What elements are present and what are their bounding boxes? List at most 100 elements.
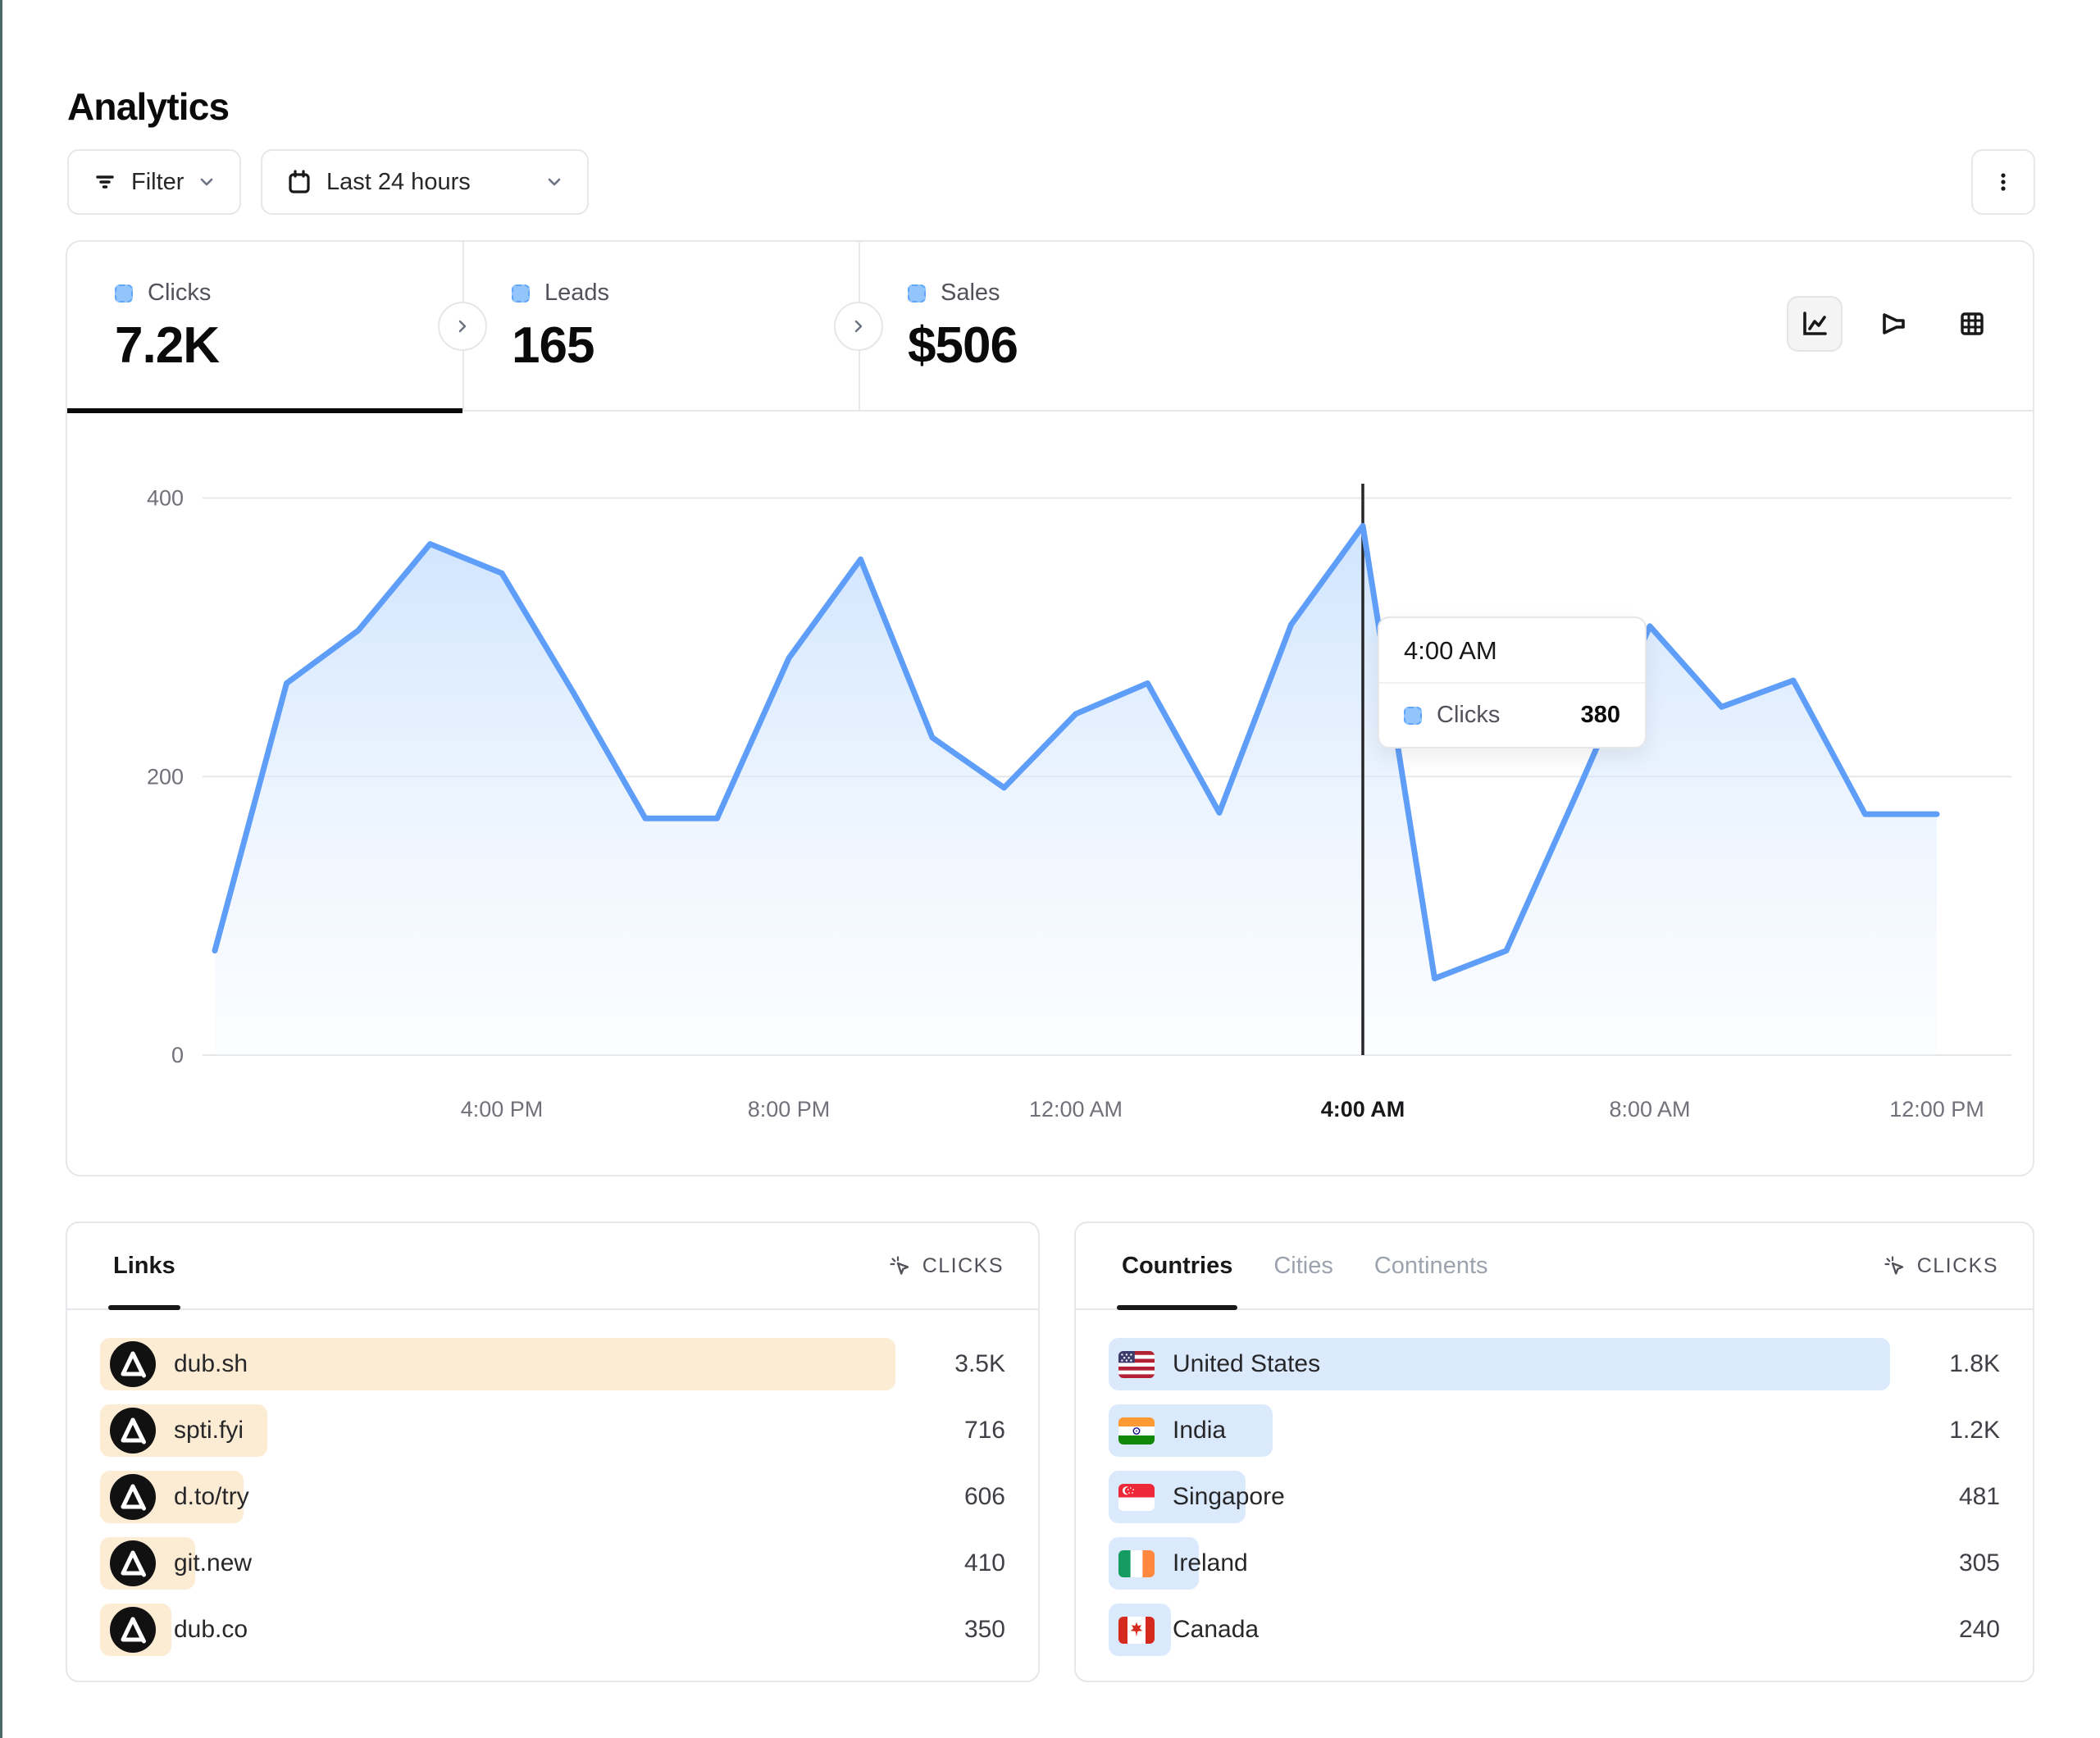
tab-continents[interactable]: Continents bbox=[1363, 1223, 1500, 1308]
link-row[interactable]: dub.co 350 bbox=[100, 1604, 1005, 1656]
svg-text:0: 0 bbox=[171, 1043, 184, 1067]
country-row[interactable]: India 1.2K bbox=[1109, 1404, 2000, 1457]
in-flag-icon bbox=[1118, 1417, 1155, 1445]
dub-logo-icon bbox=[110, 1540, 156, 1586]
row-value: 1.2K bbox=[1910, 1417, 2000, 1445]
links-list: dub.sh 3.5K spti.fyi716 d.to/try606 git.new 4… bbox=[67, 1310, 1038, 1656]
row-value: 240 bbox=[1910, 1616, 2000, 1644]
tab-clicks[interactable]: Clicks 7.2K bbox=[67, 242, 462, 412]
clicks-total: 7.2K bbox=[115, 316, 462, 375]
row-label: Ireland bbox=[1173, 1549, 1248, 1577]
row-label: India bbox=[1173, 1417, 1226, 1445]
geo-metric-selector[interactable]: CLICKS bbox=[1882, 1223, 1998, 1308]
stat-tabs-row: Clicks 7.2K Leads 165 Sales $506 bbox=[67, 242, 2033, 412]
country-row[interactable]: United States 1.8K bbox=[1109, 1338, 2000, 1390]
kebab-menu-icon bbox=[1991, 170, 2016, 194]
tab-clicks-label: Clicks bbox=[148, 280, 211, 307]
us-flag-icon bbox=[1118, 1351, 1155, 1378]
grid-table-view-button[interactable] bbox=[1944, 296, 2000, 352]
row-label: d.to/try bbox=[174, 1483, 249, 1511]
link-row[interactable]: spti.fyi716 bbox=[100, 1404, 1005, 1457]
row-value: 1.8K bbox=[1910, 1350, 2000, 1378]
dub-logo-icon bbox=[110, 1607, 156, 1653]
links-panel: Links CLICKS dub.sh 3.5K spti.fyi716 d.to/t… bbox=[66, 1222, 1040, 1682]
row-label: United States bbox=[1173, 1350, 1320, 1378]
tooltip-legend-swatch bbox=[1404, 707, 1422, 725]
chevron-down-icon bbox=[197, 172, 216, 192]
more-options-button[interactable] bbox=[1971, 149, 2035, 215]
row-value: 305 bbox=[1910, 1549, 2000, 1577]
funnel-view-button[interactable] bbox=[1865, 296, 1921, 352]
svg-text:200: 200 bbox=[147, 764, 184, 789]
svg-text:4:00 AM: 4:00 AM bbox=[1321, 1097, 1405, 1122]
filter-button[interactable]: Filter bbox=[67, 149, 241, 215]
dub-logo-icon bbox=[110, 1408, 156, 1454]
ca-flag-icon bbox=[1118, 1617, 1155, 1644]
row-label: git.new bbox=[174, 1549, 252, 1577]
tab-leads-label: Leads bbox=[544, 280, 609, 307]
svg-text:4:00 PM: 4:00 PM bbox=[461, 1097, 544, 1122]
row-label: dub.sh bbox=[174, 1350, 248, 1378]
tab-sales-label: Sales bbox=[941, 280, 1000, 307]
row-label: Singapore bbox=[1173, 1483, 1285, 1511]
tooltip-value: 380 bbox=[1581, 702, 1620, 729]
filter-button-label: Filter bbox=[131, 169, 184, 196]
funnel-icon bbox=[1876, 307, 1911, 341]
clicks-time-series-chart[interactable]: 0 200 400 4:00 PM 8:00 PM 12:00 AM 4:00 AM 8:00… bbox=[84, 461, 2019, 1153]
country-row[interactable]: Canada240 bbox=[1109, 1604, 2000, 1656]
grid-table-icon bbox=[1955, 307, 1989, 341]
tab-leads[interactable]: Leads 165 bbox=[462, 242, 859, 412]
link-row[interactable]: d.to/try606 bbox=[100, 1471, 1005, 1523]
chevron-right-icon bbox=[453, 317, 471, 335]
cursor-click-icon bbox=[887, 1253, 912, 1278]
row-label: dub.co bbox=[174, 1616, 248, 1644]
tab-sales[interactable]: Sales $506 bbox=[859, 242, 1255, 412]
tab-links-label: Links bbox=[113, 1253, 175, 1280]
tab-label: Cities bbox=[1273, 1253, 1333, 1280]
line-chart-view-button[interactable] bbox=[1787, 296, 1843, 352]
row-value: 350 bbox=[915, 1616, 1005, 1644]
date-range-label: Last 24 hours bbox=[326, 169, 471, 196]
filter-lines-icon bbox=[92, 169, 118, 195]
page-title: Analytics bbox=[67, 84, 229, 129]
date-range-button[interactable]: Last 24 hours bbox=[261, 149, 589, 215]
analytics-card: Clicks 7.2K Leads 165 Sales $506 bbox=[66, 240, 2034, 1176]
geo-list: United States 1.8K India 1.2K Singapore481 Ir… bbox=[1076, 1310, 2033, 1656]
link-row[interactable]: git.new 410 bbox=[100, 1537, 1005, 1590]
sg-flag-icon bbox=[1118, 1484, 1155, 1511]
chart-view-switcher bbox=[1787, 296, 2000, 352]
svg-text:8:00 PM: 8:00 PM bbox=[748, 1097, 831, 1122]
chart-tooltip: 4:00 AM Clicks 380 bbox=[1378, 616, 1647, 748]
links-metric-label: CLICKS bbox=[922, 1254, 1004, 1278]
tab-countries[interactable]: Countries bbox=[1110, 1223, 1244, 1308]
sales-legend-swatch bbox=[908, 284, 926, 303]
svg-text:8:00 AM: 8:00 AM bbox=[1609, 1097, 1690, 1122]
tab-links[interactable]: Links bbox=[102, 1223, 187, 1308]
geo-metric-label: CLICKS bbox=[1917, 1254, 1998, 1278]
expand-leads-button[interactable] bbox=[438, 302, 487, 351]
link-row[interactable]: dub.sh 3.5K bbox=[100, 1338, 1005, 1390]
clicks-legend-swatch bbox=[115, 284, 133, 303]
line-chart-icon bbox=[1797, 307, 1832, 341]
row-value: 410 bbox=[915, 1549, 1005, 1577]
row-value: 716 bbox=[915, 1417, 1005, 1445]
tab-label: Continents bbox=[1374, 1253, 1488, 1280]
expand-sales-button[interactable] bbox=[834, 302, 883, 351]
svg-text:400: 400 bbox=[147, 486, 184, 511]
country-row[interactable]: Ireland 305 bbox=[1109, 1537, 2000, 1590]
country-row[interactable]: Singapore481 bbox=[1109, 1471, 2000, 1523]
leads-total: 165 bbox=[512, 316, 859, 375]
calendar-icon bbox=[285, 168, 313, 196]
window-edge bbox=[0, 0, 2, 1738]
chart-svg[interactable]: 0 200 400 4:00 PM 8:00 PM 12:00 AM 4:00 AM 8:00… bbox=[84, 461, 2019, 1153]
ie-flag-icon bbox=[1118, 1550, 1155, 1577]
links-metric-selector[interactable]: CLICKS bbox=[887, 1223, 1004, 1308]
geo-panel: Countries Cities Continents CLICKS United … bbox=[1074, 1222, 2034, 1682]
cursor-click-icon bbox=[1882, 1253, 1906, 1278]
svg-text:12:00 AM: 12:00 AM bbox=[1029, 1097, 1123, 1122]
tooltip-series-label: Clicks bbox=[1437, 702, 1500, 729]
geo-tabs: Countries Cities Continents bbox=[1110, 1223, 1500, 1308]
tab-cities[interactable]: Cities bbox=[1262, 1223, 1345, 1308]
row-value: 3.5K bbox=[915, 1350, 1005, 1378]
chevron-right-icon bbox=[850, 317, 868, 335]
